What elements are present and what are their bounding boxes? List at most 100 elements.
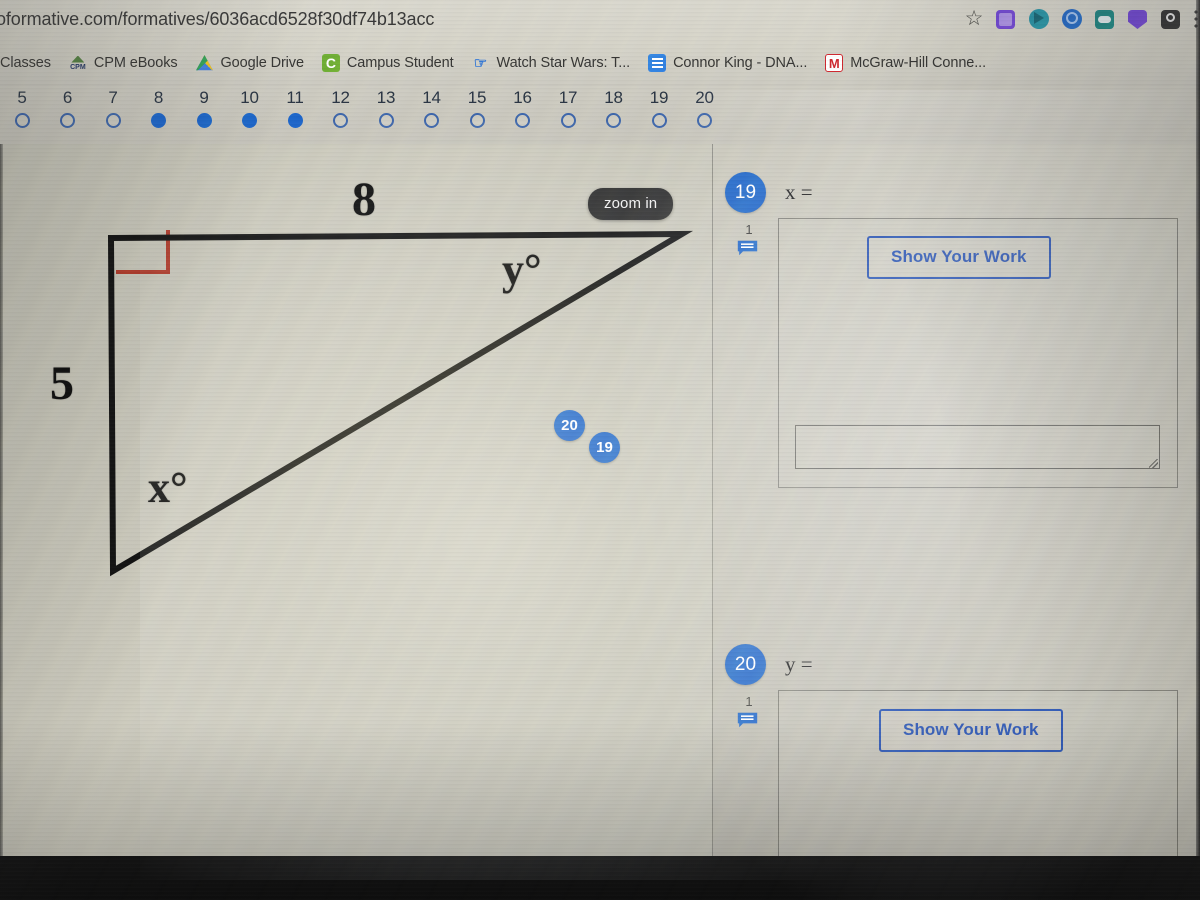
question-nav-step-12[interactable]: 12: [319, 86, 363, 128]
question-nav-step-14[interactable]: 14: [410, 86, 454, 128]
question-nav-dot[interactable]: [651, 113, 667, 128]
question-nav-dot[interactable]: [424, 113, 439, 128]
answer-card: Show Your Work: [778, 218, 1178, 488]
floating-badge-20[interactable]: 20: [554, 410, 585, 441]
question-nav-dot[interactable]: [697, 113, 712, 128]
extension-blue-icon[interactable]: [1062, 8, 1084, 30]
question-nav-step-19[interactable]: 19: [637, 86, 681, 128]
question-nav-step-5[interactable]: 5: [0, 86, 44, 128]
question-nav-step-6[interactable]: 6: [46, 86, 90, 128]
url-text[interactable]: oformative.com/formatives/6036acd6528f30…: [0, 9, 434, 30]
browser-chrome: oformative.com/formatives/6036acd6528f30…: [0, 0, 1200, 84]
textarea-resize-handle[interactable]: [1149, 459, 1158, 468]
question-nav-dot[interactable]: [469, 113, 485, 128]
question-nav-dot[interactable]: [287, 113, 303, 128]
question-nav-step-16[interactable]: 16: [501, 86, 545, 128]
question-nav-dot[interactable]: [151, 113, 166, 128]
bookmark-campus-student[interactable]: C Campus Student: [313, 48, 463, 78]
show-your-work-button[interactable]: Show Your Work: [879, 709, 1063, 752]
question-nav-number: 18: [604, 88, 623, 107]
question-nav-dot[interactable]: [606, 113, 621, 128]
mcgraw-hill-icon: M: [825, 54, 844, 72]
bookmark-classes[interactable]: Classes: [0, 48, 60, 78]
question-nav-number: 16: [513, 88, 532, 107]
question-nav-number: 9: [199, 88, 209, 107]
question-nav-number: 6: [62, 88, 73, 107]
extension-purple-shield-icon[interactable]: [1128, 8, 1150, 30]
question-nav-step-8[interactable]: 8: [137, 86, 181, 128]
bookmark-google-drive[interactable]: Google Drive: [187, 48, 313, 78]
bookmark-cpm-ebooks[interactable]: CPM CPM eBooks: [60, 48, 187, 78]
zoom-in-button[interactable]: zoom in: [588, 188, 674, 220]
question-nav-number: 19: [649, 88, 669, 107]
right-triangle-figure: [107, 230, 694, 577]
question-number-badge[interactable]: 20: [725, 644, 766, 685]
bookmark-label: McGraw-Hill Conne...: [850, 55, 987, 71]
monitor-bezel-bottom: [0, 856, 1200, 900]
campus-student-icon: C: [321, 54, 340, 72]
question-nav-track: 5 6 7 8 9 10 11 12 13 14 15 16 17 18 19 20: [0, 86, 760, 144]
diagram-pane[interactable]: 8 5 x° y° zoom in 20 19: [0, 144, 712, 856]
question-nav-dot[interactable]: [378, 113, 394, 128]
bookmark-label: Classes: [0, 55, 51, 71]
comment-icon[interactable]: [737, 240, 758, 256]
question-nav-dot[interactable]: [14, 113, 30, 128]
question-navigation-bar: 5 6 7 8 9 10 11 12 13 14 15 16 17 18 19 20: [0, 86, 1200, 144]
question-number-badge[interactable]: 19: [725, 172, 766, 213]
monitor-bezel-left: [0, 144, 3, 856]
question-nav-number: 11: [286, 88, 304, 107]
question-nav-number: 17: [558, 88, 578, 107]
question-nav-step-9[interactable]: 9: [182, 86, 226, 128]
extension-dark-icon[interactable]: [1161, 8, 1183, 30]
disney-plus-icon: ☞: [473, 55, 488, 72]
cpm-icon: CPM: [69, 54, 87, 72]
question-nav-step-20[interactable]: 20: [683, 86, 727, 128]
bookmark-label: CPM eBooks: [93, 55, 178, 71]
question-nav-dot[interactable]: [242, 113, 257, 128]
bookmark-connor-king-dna[interactable]: Connor King - DNA...: [639, 48, 816, 78]
question-nav-step-18[interactable]: 18: [592, 86, 636, 128]
question-nav-number: 13: [376, 88, 396, 107]
question-nav-dot[interactable]: [60, 113, 75, 128]
comment-icon[interactable]: [737, 712, 758, 728]
question-pane: 19 x = 1 Show Your Work 20 y = 1 Show Yo…: [713, 144, 1200, 865]
bookmark-watch-star-wars[interactable]: ☞ Watch Star Wars: T...: [463, 48, 640, 78]
question-nav-dot[interactable]: [105, 113, 121, 128]
bookmark-mcgraw-hill[interactable]: M McGraw-Hill Conne...: [816, 48, 995, 78]
question-nav-number: 7: [108, 88, 118, 107]
question-points: 1: [745, 222, 753, 237]
url-bar-row: oformative.com/formatives/6036acd6528f30…: [0, 0, 1200, 42]
question-nav-number: 15: [467, 88, 487, 107]
question-nav-number: 20: [695, 88, 714, 107]
question-nav-step-7[interactable]: 7: [91, 86, 135, 128]
question-nav-number: 10: [240, 88, 259, 107]
question-nav-dot[interactable]: [196, 113, 212, 128]
extensions-puzzle-icon[interactable]: [996, 8, 1018, 30]
question-nav-step-15[interactable]: 15: [455, 86, 499, 128]
bookmark-label: Watch Star Wars: T...: [496, 55, 631, 71]
browser-screenshot: oformative.com/formatives/6036acd6528f30…: [0, 0, 1200, 900]
question-prompt: x =: [785, 180, 813, 204]
bookmark-star-icon[interactable]: ☆: [963, 8, 985, 30]
question-nav-dot[interactable]: [333, 113, 348, 128]
extension-cloud-icon[interactable]: [1095, 8, 1117, 30]
monitor-bezel-right: [1196, 0, 1200, 856]
side-label-left: 5: [50, 357, 74, 410]
question-nav-number: 8: [153, 88, 164, 107]
formative-content: 8 5 x° y° zoom in 20 19 19 x = 1 Show Yo…: [0, 144, 1200, 865]
show-your-work-button[interactable]: Show Your Work: [867, 236, 1051, 279]
bookmark-label: Connor King - DNA...: [673, 55, 808, 71]
extension-teal-icon[interactable]: [1029, 8, 1051, 30]
question-nav-number: 12: [331, 88, 350, 107]
question-nav-step-11[interactable]: 11: [273, 86, 317, 128]
question-nav-step-10[interactable]: 10: [228, 86, 272, 128]
answer-input[interactable]: [795, 425, 1160, 469]
question-nav-dot[interactable]: [560, 113, 576, 128]
question-nav-step-17[interactable]: 17: [546, 86, 590, 128]
side-label-top: 8: [352, 173, 376, 226]
question-nav-step-13[interactable]: 13: [364, 86, 408, 128]
triangle-outline: [107, 230, 694, 577]
question-nav-dot[interactable]: [515, 113, 530, 128]
angle-label-y: y°: [502, 245, 542, 294]
floating-badge-19[interactable]: 19: [589, 432, 620, 463]
